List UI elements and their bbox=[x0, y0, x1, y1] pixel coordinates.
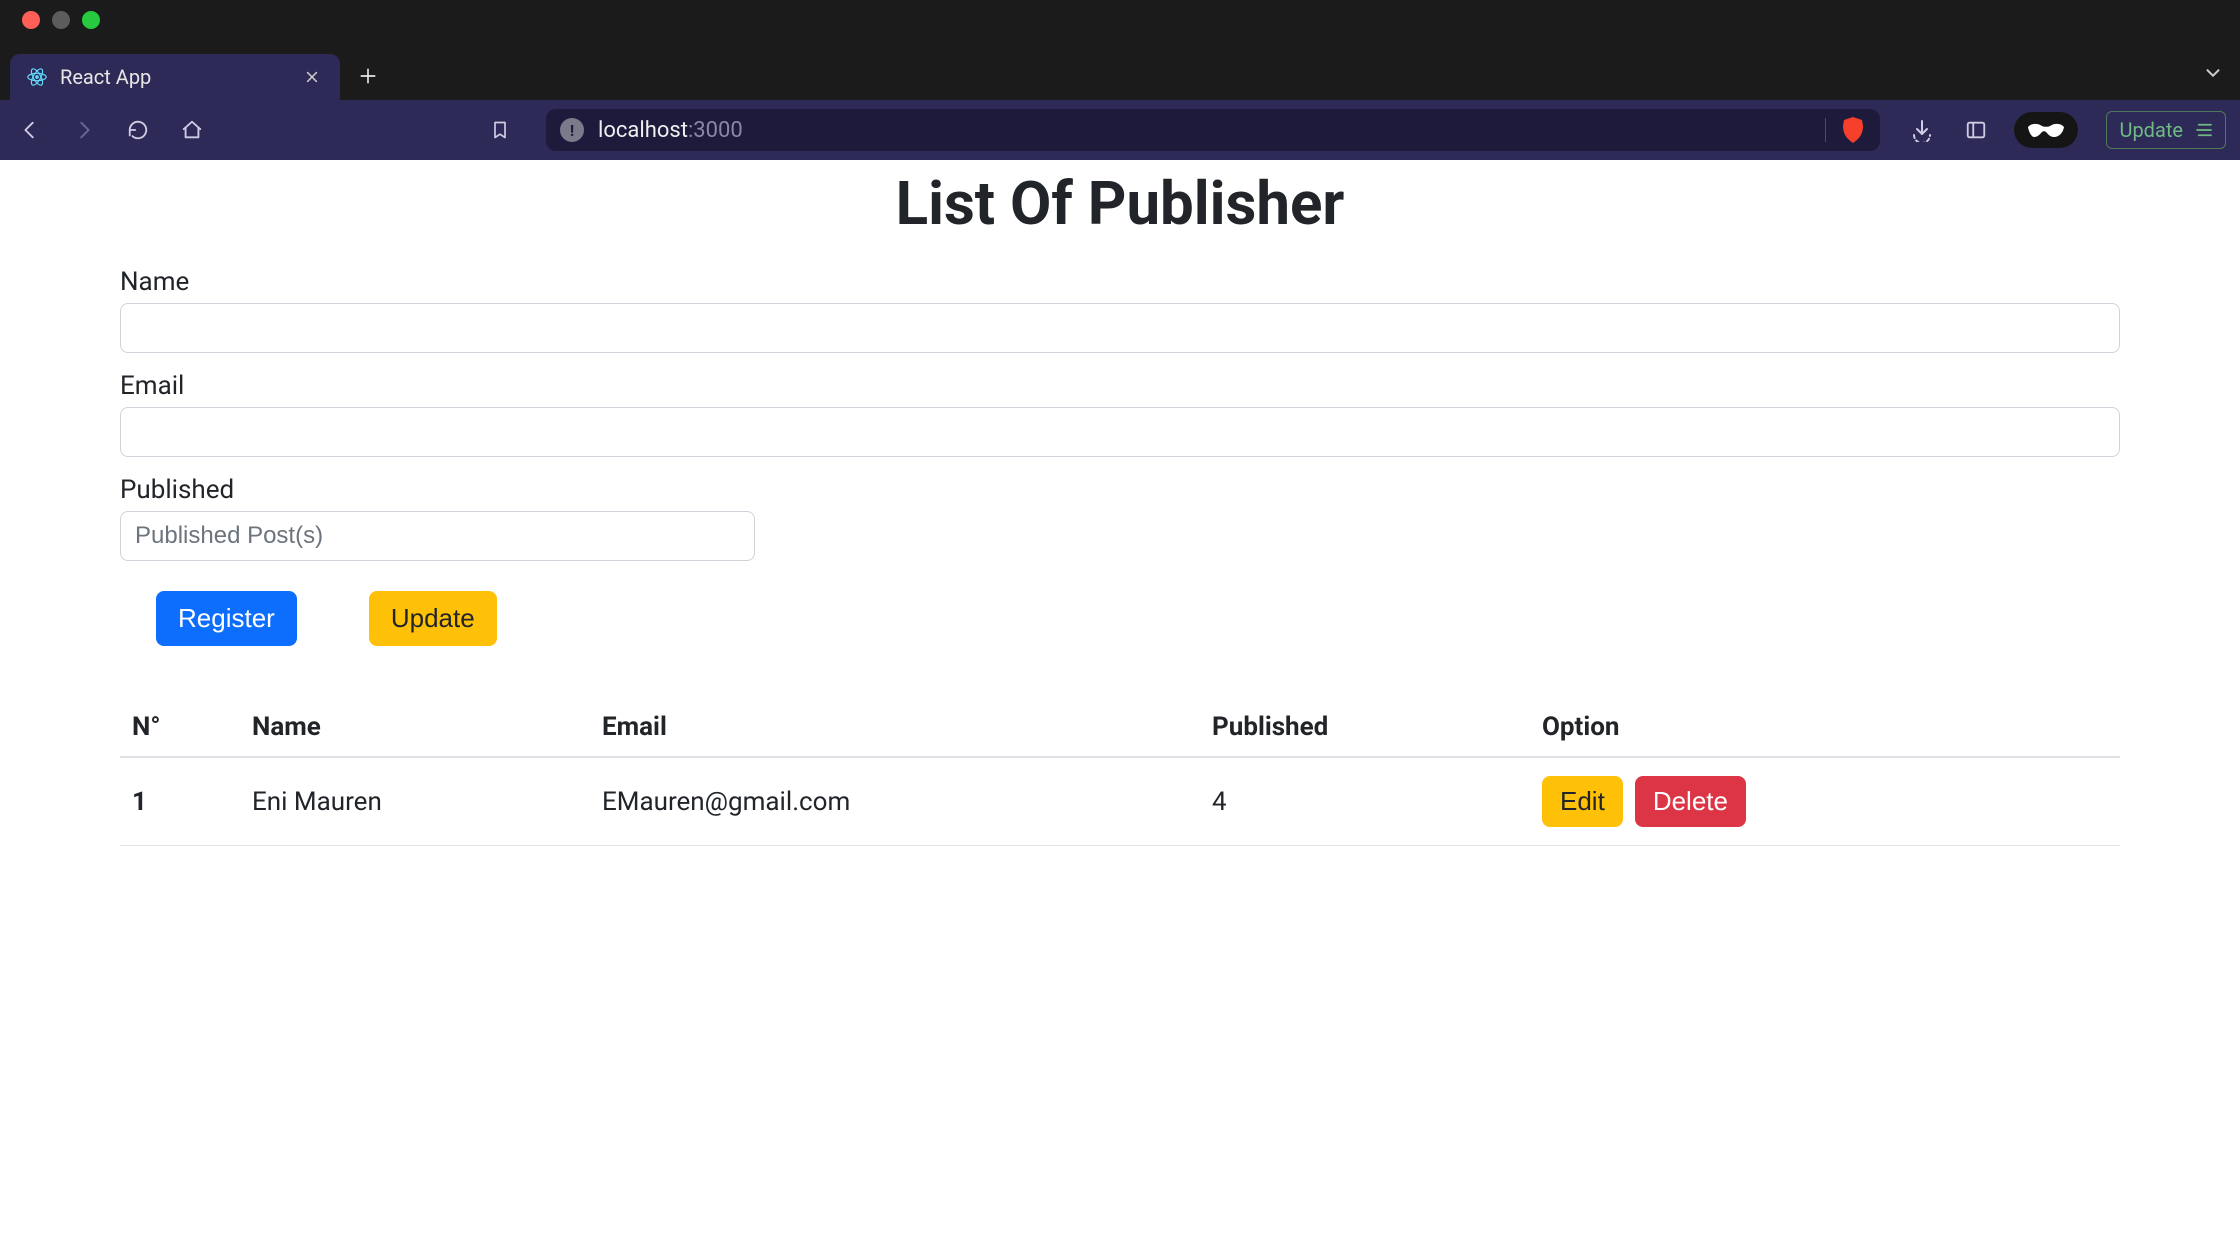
page-viewport: List Of Publisher Name Email Published R… bbox=[0, 160, 2240, 1260]
new-tab-button[interactable] bbox=[348, 56, 388, 96]
sidepanel-button[interactable] bbox=[1960, 114, 1992, 146]
close-icon[interactable] bbox=[300, 65, 324, 89]
register-button[interactable]: Register bbox=[156, 591, 297, 646]
home-button[interactable] bbox=[176, 114, 208, 146]
address-bar[interactable]: ! localhost:3000 bbox=[546, 109, 1880, 151]
reload-button[interactable] bbox=[122, 114, 154, 146]
email-label: Email bbox=[120, 371, 2120, 401]
url-text: localhost:3000 bbox=[598, 118, 743, 143]
tabs-overflow-button[interactable] bbox=[2202, 62, 2224, 90]
bookmark-button[interactable] bbox=[484, 114, 516, 146]
react-icon bbox=[26, 66, 48, 88]
browser-tab-active[interactable]: React App bbox=[10, 54, 340, 100]
page-title: List Of Publisher bbox=[120, 168, 2120, 239]
col-email: Email bbox=[590, 698, 1200, 757]
forward-button[interactable] bbox=[68, 114, 100, 146]
brave-shields-icon[interactable] bbox=[1840, 115, 1866, 145]
published-input[interactable] bbox=[120, 511, 755, 561]
col-no: N° bbox=[120, 698, 240, 757]
cell-option: Edit Delete bbox=[1530, 757, 2120, 846]
site-info-icon[interactable]: ! bbox=[560, 118, 584, 142]
col-name: Name bbox=[240, 698, 590, 757]
window-close-button[interactable] bbox=[22, 11, 40, 29]
cell-email: EMauren@gmail.com bbox=[590, 757, 1200, 846]
name-input[interactable] bbox=[120, 303, 2120, 353]
cell-no: 1 bbox=[120, 757, 240, 846]
cell-name: Eni Mauren bbox=[240, 757, 590, 846]
tab-title: React App bbox=[60, 65, 151, 89]
hamburger-icon bbox=[2195, 123, 2213, 137]
published-label: Published bbox=[120, 475, 2120, 505]
downloads-button[interactable] bbox=[1906, 114, 1938, 146]
col-option: Option bbox=[1530, 698, 2120, 757]
name-label: Name bbox=[120, 267, 2120, 297]
table-row: 1 Eni Mauren EMauren@gmail.com 4 Edit De… bbox=[120, 757, 2120, 846]
browser-toolbar: ! localhost:3000 Update bbox=[0, 100, 2240, 160]
private-mode-icon[interactable] bbox=[2014, 112, 2078, 148]
window-zoom-button[interactable] bbox=[82, 11, 100, 29]
update-button[interactable]: Update bbox=[369, 591, 497, 646]
cell-published: 4 bbox=[1200, 757, 1530, 846]
delete-button[interactable]: Delete bbox=[1635, 776, 1746, 827]
edit-button[interactable]: Edit bbox=[1542, 776, 1623, 827]
window-titlebar bbox=[0, 0, 2240, 40]
back-button[interactable] bbox=[14, 114, 46, 146]
update-label: Update bbox=[2119, 118, 2183, 142]
window-minimize-button[interactable] bbox=[52, 11, 70, 29]
separator bbox=[1825, 118, 1826, 142]
col-published: Published bbox=[1200, 698, 1530, 757]
email-input[interactable] bbox=[120, 407, 2120, 457]
browser-tabstrip: React App bbox=[0, 40, 2240, 100]
publishers-table: N° Name Email Published Option 1 Eni Mau… bbox=[120, 698, 2120, 846]
browser-update-button[interactable]: Update bbox=[2106, 111, 2226, 149]
